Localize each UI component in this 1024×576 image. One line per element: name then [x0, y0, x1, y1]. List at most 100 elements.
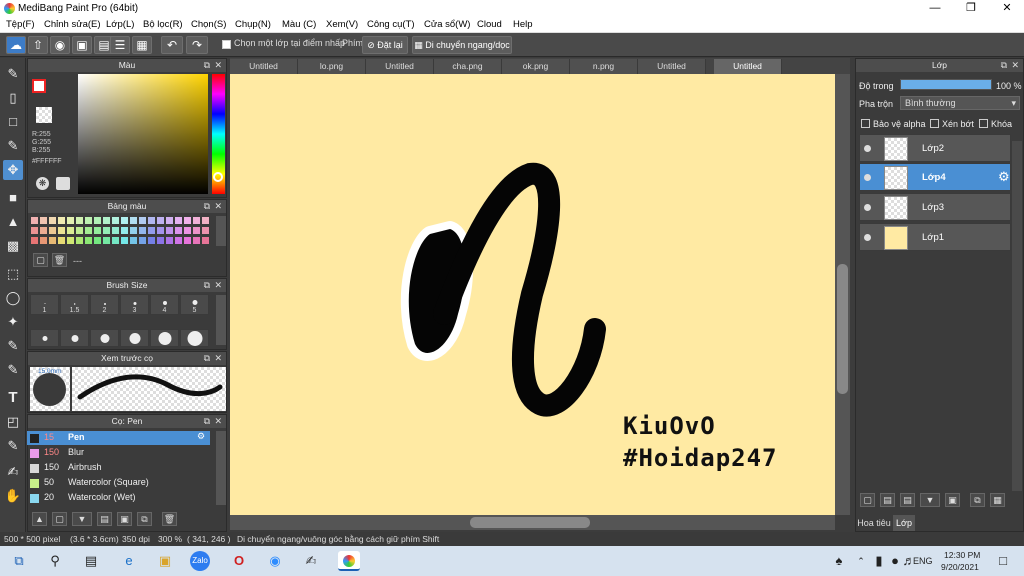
palette-swatch[interactable]: [67, 237, 74, 244]
drawing-canvas[interactable]: KiuOvO #Hoidap247: [230, 74, 835, 515]
brush-copy-icon[interactable]: ⧉: [137, 512, 152, 526]
palette-swatch[interactable]: [121, 217, 128, 224]
new-halftone-layer-icon[interactable]: ▤: [880, 493, 895, 507]
palette-swatch[interactable]: [166, 217, 173, 224]
tab-untitled-3[interactable]: Untitled: [638, 59, 706, 74]
brush-size-row2-a[interactable]: [30, 329, 59, 347]
menu-layer[interactable]: Lớp(L): [106, 19, 134, 30]
brush-size-row2-d[interactable]: [120, 329, 149, 347]
tab-layer[interactable]: Lớp: [893, 515, 915, 531]
opacity-slider[interactable]: [900, 79, 992, 90]
new-8bit-layer-icon[interactable]: ▤: [900, 493, 915, 507]
reset-button[interactable]: ⊘ Đặt lại: [362, 36, 408, 54]
brush-settings-icon[interactable]: ▤: [97, 512, 112, 526]
menu-tools[interactable]: Công cụ(T): [367, 19, 415, 30]
layer-row-lop4[interactable]: Lớp4 ⚙: [859, 163, 1011, 191]
tab-untitled-1[interactable]: Untitled: [230, 59, 298, 74]
horizontal-scroll-thumb[interactable]: [470, 517, 590, 528]
palette-swatch[interactable]: [148, 237, 155, 244]
palette-swatch[interactable]: [121, 227, 128, 234]
protect-alpha-checkbox[interactable]: [861, 119, 870, 128]
brush-row-watercolor-square[interactable]: 50 Watercolor (Square): [27, 476, 210, 490]
hand-tool-icon[interactable]: ✋: [3, 486, 23, 506]
clip-checkbox[interactable]: [930, 119, 939, 128]
hue-handle[interactable]: [213, 172, 223, 182]
palette-swatch[interactable]: [85, 227, 92, 234]
menu-help[interactable]: Help: [513, 19, 533, 30]
delete-palette-icon[interactable]: 🗑: [52, 253, 67, 267]
share-icon[interactable]: ⇧: [28, 36, 48, 54]
palette-swatch[interactable]: [31, 217, 38, 224]
cloud-icon[interactable]: ☁: [6, 36, 26, 54]
tab-lo-png[interactable]: lo.png: [298, 59, 366, 74]
layer-scrollbar[interactable]: [1012, 141, 1022, 491]
tab-navigator[interactable]: Hoa tiêu: [856, 515, 892, 531]
brush-row-airbrush[interactable]: 150 Airbrush: [27, 461, 210, 475]
duplicate-layer-icon[interactable]: ⧉: [970, 493, 985, 507]
tab-untitled-4[interactable]: Untitled: [714, 59, 782, 74]
panel-close-icon[interactable]: ✕: [214, 352, 222, 365]
palette-swatch[interactable]: [166, 237, 173, 244]
divide-tool-icon[interactable]: ◰: [3, 412, 23, 432]
eyedropper-tool-icon[interactable]: ✍: [3, 462, 23, 482]
palette-swatch[interactable]: [31, 227, 38, 234]
palette-swatch[interactable]: [157, 237, 164, 244]
edge-icon[interactable]: e: [118, 551, 140, 571]
palette-swatch[interactable]: [184, 217, 191, 224]
palette-swatch[interactable]: [85, 237, 92, 244]
palette-swatch[interactable]: [193, 217, 200, 224]
move-tool-icon[interactable]: ✥: [3, 160, 23, 180]
palette-swatch[interactable]: [193, 227, 200, 234]
palette-swatch[interactable]: [175, 217, 182, 224]
brush-size-1[interactable]: 1: [30, 294, 59, 315]
brush-size-1-5[interactable]: 1.5: [60, 294, 89, 315]
color-wheel-icon[interactable]: ❋: [36, 177, 49, 190]
magic-wand-tool-icon[interactable]: ✦: [3, 312, 23, 332]
panel-float-icon[interactable]: ⧉: [204, 352, 210, 365]
minimize-button[interactable]: —: [918, 0, 952, 17]
palette-swatch[interactable]: [175, 237, 182, 244]
palette-swatch[interactable]: [121, 237, 128, 244]
panel-close-icon[interactable]: ✕: [214, 59, 222, 72]
clock-time[interactable]: 12:30 PM: [944, 550, 980, 560]
eye-icon[interactable]: [864, 174, 871, 181]
menu-cloud[interactable]: Cloud: [477, 19, 502, 30]
shape-fill-tool-icon[interactable]: ■: [3, 188, 23, 208]
palette-swatch[interactable]: [103, 217, 110, 224]
palette-swatch[interactable]: [175, 227, 182, 234]
input-language[interactable]: ENG: [913, 556, 933, 566]
merge-layer-icon[interactable]: ▦: [990, 493, 1005, 507]
brush-size-3[interactable]: 3: [120, 294, 149, 315]
brush-size-row2-e[interactable]: [150, 329, 179, 347]
palette-swatch[interactable]: [49, 227, 56, 234]
grid-icon[interactable]: ▦: [132, 36, 152, 54]
operation-tool-icon[interactable]: ✎: [3, 436, 23, 456]
new-brush-icon[interactable]: ▢: [52, 512, 67, 526]
palette-swatch[interactable]: [58, 227, 65, 234]
palette-swatch[interactable]: [139, 227, 146, 234]
tab-untitled-2[interactable]: Untitled: [366, 59, 434, 74]
brush-menu-icon[interactable]: ▼: [72, 512, 92, 526]
layer-row-lop3[interactable]: Lớp3: [859, 193, 1011, 221]
panel-float-icon[interactable]: ⧉: [1001, 59, 1007, 72]
palette-swatch[interactable]: [76, 217, 83, 224]
palette-swatch[interactable]: [49, 217, 56, 224]
select-rect-tool-icon[interactable]: ⬚: [3, 264, 23, 284]
search-icon[interactable]: ⚲: [44, 551, 66, 571]
palette-swatch[interactable]: [94, 227, 101, 234]
palette-swatch[interactable]: [184, 237, 191, 244]
zalo-icon[interactable]: Zalo: [190, 551, 210, 571]
palette-swatch[interactable]: [103, 237, 110, 244]
panel-close-icon[interactable]: ✕: [214, 279, 222, 292]
notification-icon[interactable]: □: [992, 551, 1014, 571]
palette-swatch[interactable]: [202, 237, 209, 244]
add-brush-icon[interactable]: ▲: [32, 512, 47, 526]
palette-swatch[interactable]: [148, 217, 155, 224]
bucket-tool-icon[interactable]: ▲: [3, 212, 23, 232]
palette-swatch[interactable]: [40, 227, 47, 234]
panel-close-icon[interactable]: ✕: [214, 200, 222, 213]
palette-swatch[interactable]: [148, 227, 155, 234]
gear-icon[interactable]: ⚙: [197, 431, 205, 442]
list-icon[interactable]: ☰: [110, 36, 130, 54]
palette-swatch[interactable]: [85, 217, 92, 224]
